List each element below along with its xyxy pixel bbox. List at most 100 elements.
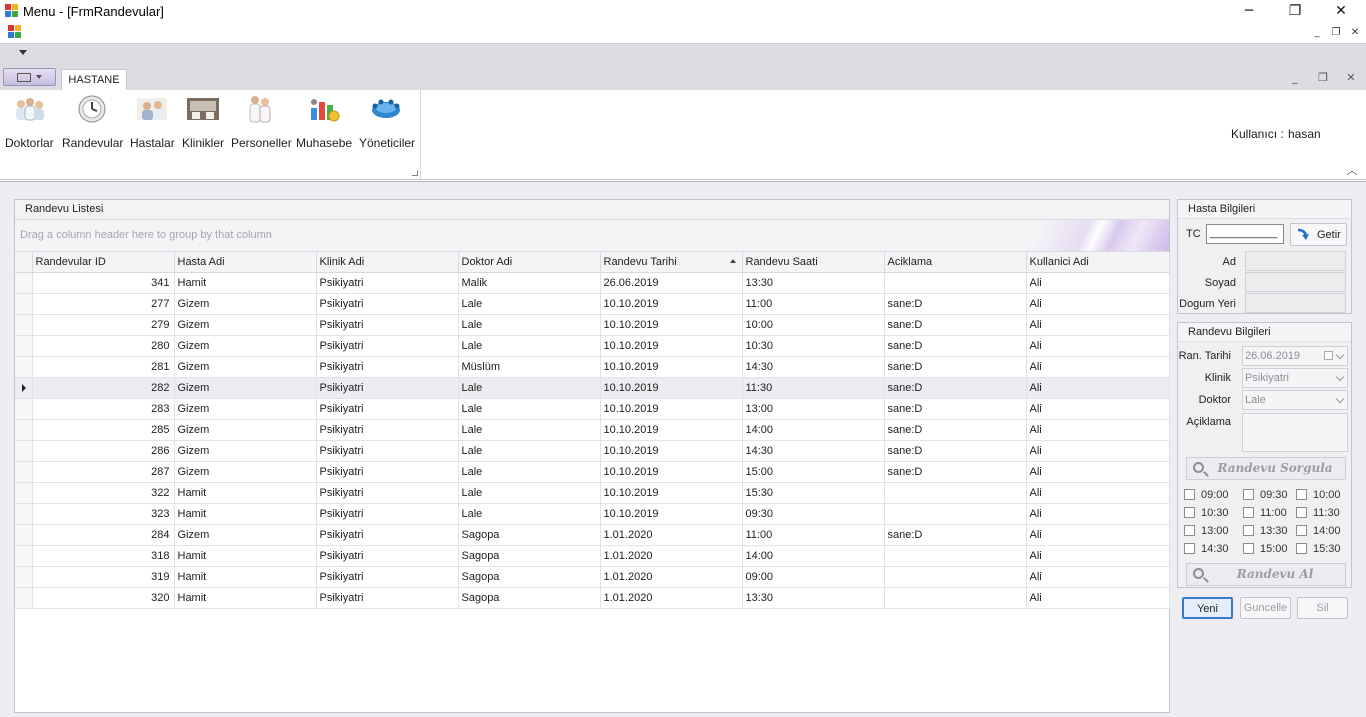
table-row[interactable]: 320 Hamit Psikiyatri Sagopa 1.01.2020 13:30 Al… — [15, 587, 1170, 609]
ribbon-minimize-button[interactable]: _ — [1286, 70, 1304, 86]
table-cell[interactable]: 10.10.2019 — [600, 293, 743, 315]
table-cell[interactable]: Ali — [1026, 293, 1170, 315]
table-cell[interactable]: Psikiyatri — [316, 335, 459, 357]
ribbon-item-klinikler[interactable]: Klinikler — [182, 94, 224, 150]
column-header[interactable]: Randevular ID — [32, 252, 175, 273]
table-cell[interactable]: 282 — [32, 377, 175, 399]
table-cell[interactable]: Gizem — [174, 293, 317, 315]
row-indicator[interactable] — [15, 566, 33, 588]
table-row[interactable]: 318 Hamit Psikiyatri Sagopa 1.01.2020 14:00 Al… — [15, 545, 1170, 567]
table-cell[interactable]: sane:D — [884, 419, 1027, 441]
table-cell[interactable]: 10.10.2019 — [600, 419, 743, 441]
mdi-close-button[interactable]: ✕ — [1347, 26, 1363, 40]
table-cell[interactable]: Sagopa — [458, 566, 601, 588]
row-indicator[interactable] — [15, 545, 33, 567]
ribbon-item-yoneticiler[interactable]: Yöneticiler — [359, 94, 415, 150]
table-row[interactable]: 284 Gizem Psikiyatri Sagopa 1.01.2020 11:00 sa… — [15, 524, 1170, 546]
time-slot-label[interactable]: 10:30 — [1201, 507, 1229, 519]
table-cell[interactable]: Ali — [1026, 377, 1170, 399]
table-cell[interactable]: Psikiyatri — [316, 377, 459, 399]
table-cell[interactable]: 280 — [32, 335, 175, 357]
time-slot-label[interactable]: 13:00 — [1201, 525, 1229, 537]
ribbon-item-hastalar[interactable]: Hastalar — [130, 94, 175, 150]
table-cell[interactable]: 14:30 — [742, 356, 885, 378]
table-cell[interactable]: Ali — [1026, 524, 1170, 546]
table-cell[interactable]: Ali — [1026, 545, 1170, 567]
table-cell[interactable] — [884, 503, 1027, 525]
table-cell[interactable]: Malik — [458, 272, 601, 294]
table-cell[interactable]: 11:00 — [742, 524, 885, 546]
group-launcher-icon[interactable] — [412, 170, 418, 176]
table-cell[interactable]: Lale — [458, 419, 601, 441]
application-menu-button[interactable] — [3, 68, 56, 86]
doktor-select[interactable]: Lale — [1242, 390, 1348, 410]
table-cell[interactable]: Ali — [1026, 566, 1170, 588]
table-cell[interactable] — [884, 566, 1027, 588]
table-cell[interactable]: 281 — [32, 356, 175, 378]
getir-button[interactable]: Getir — [1290, 223, 1347, 246]
table-cell[interactable]: 283 — [32, 398, 175, 420]
table-cell[interactable]: Ali — [1026, 461, 1170, 483]
column-header[interactable]: Kullanici Adi — [1026, 252, 1170, 273]
table-cell[interactable]: Ali — [1026, 503, 1170, 525]
table-cell[interactable]: Ali — [1026, 440, 1170, 462]
table-cell[interactable]: 10.10.2019 — [600, 335, 743, 357]
table-cell[interactable]: 13:30 — [742, 587, 885, 609]
sil-button[interactable]: Sil — [1297, 597, 1348, 619]
table-cell[interactable]: Psikiyatri — [316, 545, 459, 567]
table-cell[interactable]: Psikiyatri — [316, 461, 459, 483]
table-cell[interactable]: 318 — [32, 545, 175, 567]
time-slot-label[interactable]: 11:00 — [1260, 507, 1287, 519]
table-row[interactable]: 319 Hamit Psikiyatri Sagopa 1.01.2020 09:00 Al… — [15, 566, 1170, 588]
table-cell[interactable]: 1.01.2020 — [600, 524, 743, 546]
time-slot-checkbox[interactable] — [1184, 543, 1195, 554]
table-cell[interactable]: Sagopa — [458, 587, 601, 609]
table-cell[interactable]: 341 — [32, 272, 175, 294]
table-cell[interactable]: Psikiyatri — [316, 482, 459, 504]
table-cell[interactable]: Lale — [458, 440, 601, 462]
table-row[interactable]: 279 Gizem Psikiyatri Lale 10.10.2019 10:00 san… — [15, 314, 1170, 336]
ribbon-restore-button[interactable]: ❐ — [1314, 70, 1332, 86]
mdi-minimize-button[interactable]: _ — [1309, 26, 1325, 40]
table-cell[interactable]: sane:D — [884, 398, 1027, 420]
table-cell[interactable]: Gizem — [174, 398, 317, 420]
table-row[interactable]: 280 Gizem Psikiyatri Lale 10.10.2019 10:30 san… — [15, 335, 1170, 357]
time-slot-checkbox[interactable] — [1184, 507, 1195, 518]
table-cell[interactable]: Psikiyatri — [316, 524, 459, 546]
table-cell[interactable]: 279 — [32, 314, 175, 336]
time-slot-label[interactable]: 11:30 — [1313, 507, 1340, 519]
table-cell[interactable]: Ali — [1026, 314, 1170, 336]
appointments-grid[interactable]: Randevular ID Hasta Adi Klinik Adi Doktor A… — [15, 252, 1170, 609]
table-cell[interactable]: Psikiyatri — [316, 566, 459, 588]
table-cell[interactable]: 10.10.2019 — [600, 440, 743, 462]
table-row[interactable]: 287 Gizem Psikiyatri Lale 10.10.2019 15:00 san… — [15, 461, 1170, 483]
row-indicator[interactable] — [15, 377, 33, 399]
guncelle-button[interactable]: Guncelle — [1240, 597, 1291, 619]
table-cell[interactable]: 14:00 — [742, 545, 885, 567]
time-slot-label[interactable]: 14:00 — [1313, 525, 1341, 537]
aciklama-textarea[interactable] — [1242, 413, 1348, 452]
yeni-button[interactable]: Yeni — [1182, 597, 1233, 619]
table-cell[interactable]: Hamit — [174, 545, 317, 567]
row-indicator[interactable] — [15, 272, 33, 294]
mdi-child-icon[interactable] — [8, 25, 21, 38]
row-indicator[interactable] — [15, 356, 33, 378]
tab-hastane[interactable]: HASTANE — [61, 69, 127, 91]
table-cell[interactable]: 14:00 — [742, 419, 885, 441]
time-slot-checkbox[interactable] — [1296, 525, 1307, 536]
column-header[interactable]: Randevu Tarihi — [600, 252, 743, 273]
table-cell[interactable]: Lale — [458, 335, 601, 357]
table-cell[interactable]: Lale — [458, 482, 601, 504]
table-cell[interactable]: Ali — [1026, 398, 1170, 420]
row-indicator[interactable] — [15, 461, 33, 483]
table-cell[interactable]: Ali — [1026, 272, 1170, 294]
table-cell[interactable]: 09:30 — [742, 503, 885, 525]
table-cell[interactable]: Gizem — [174, 440, 317, 462]
table-cell[interactable]: Sagopa — [458, 545, 601, 567]
table-cell[interactable]: Lale — [458, 398, 601, 420]
collapse-ribbon-icon[interactable]: ︿ — [1344, 162, 1360, 177]
table-row[interactable]: 282 Gizem Psikiyatri Lale 10.10.2019 11:30 san… — [15, 377, 1170, 399]
time-slot-label[interactable]: 13:30 — [1260, 525, 1288, 537]
table-cell[interactable]: Gizem — [174, 419, 317, 441]
time-slot-checkbox[interactable] — [1296, 489, 1307, 500]
